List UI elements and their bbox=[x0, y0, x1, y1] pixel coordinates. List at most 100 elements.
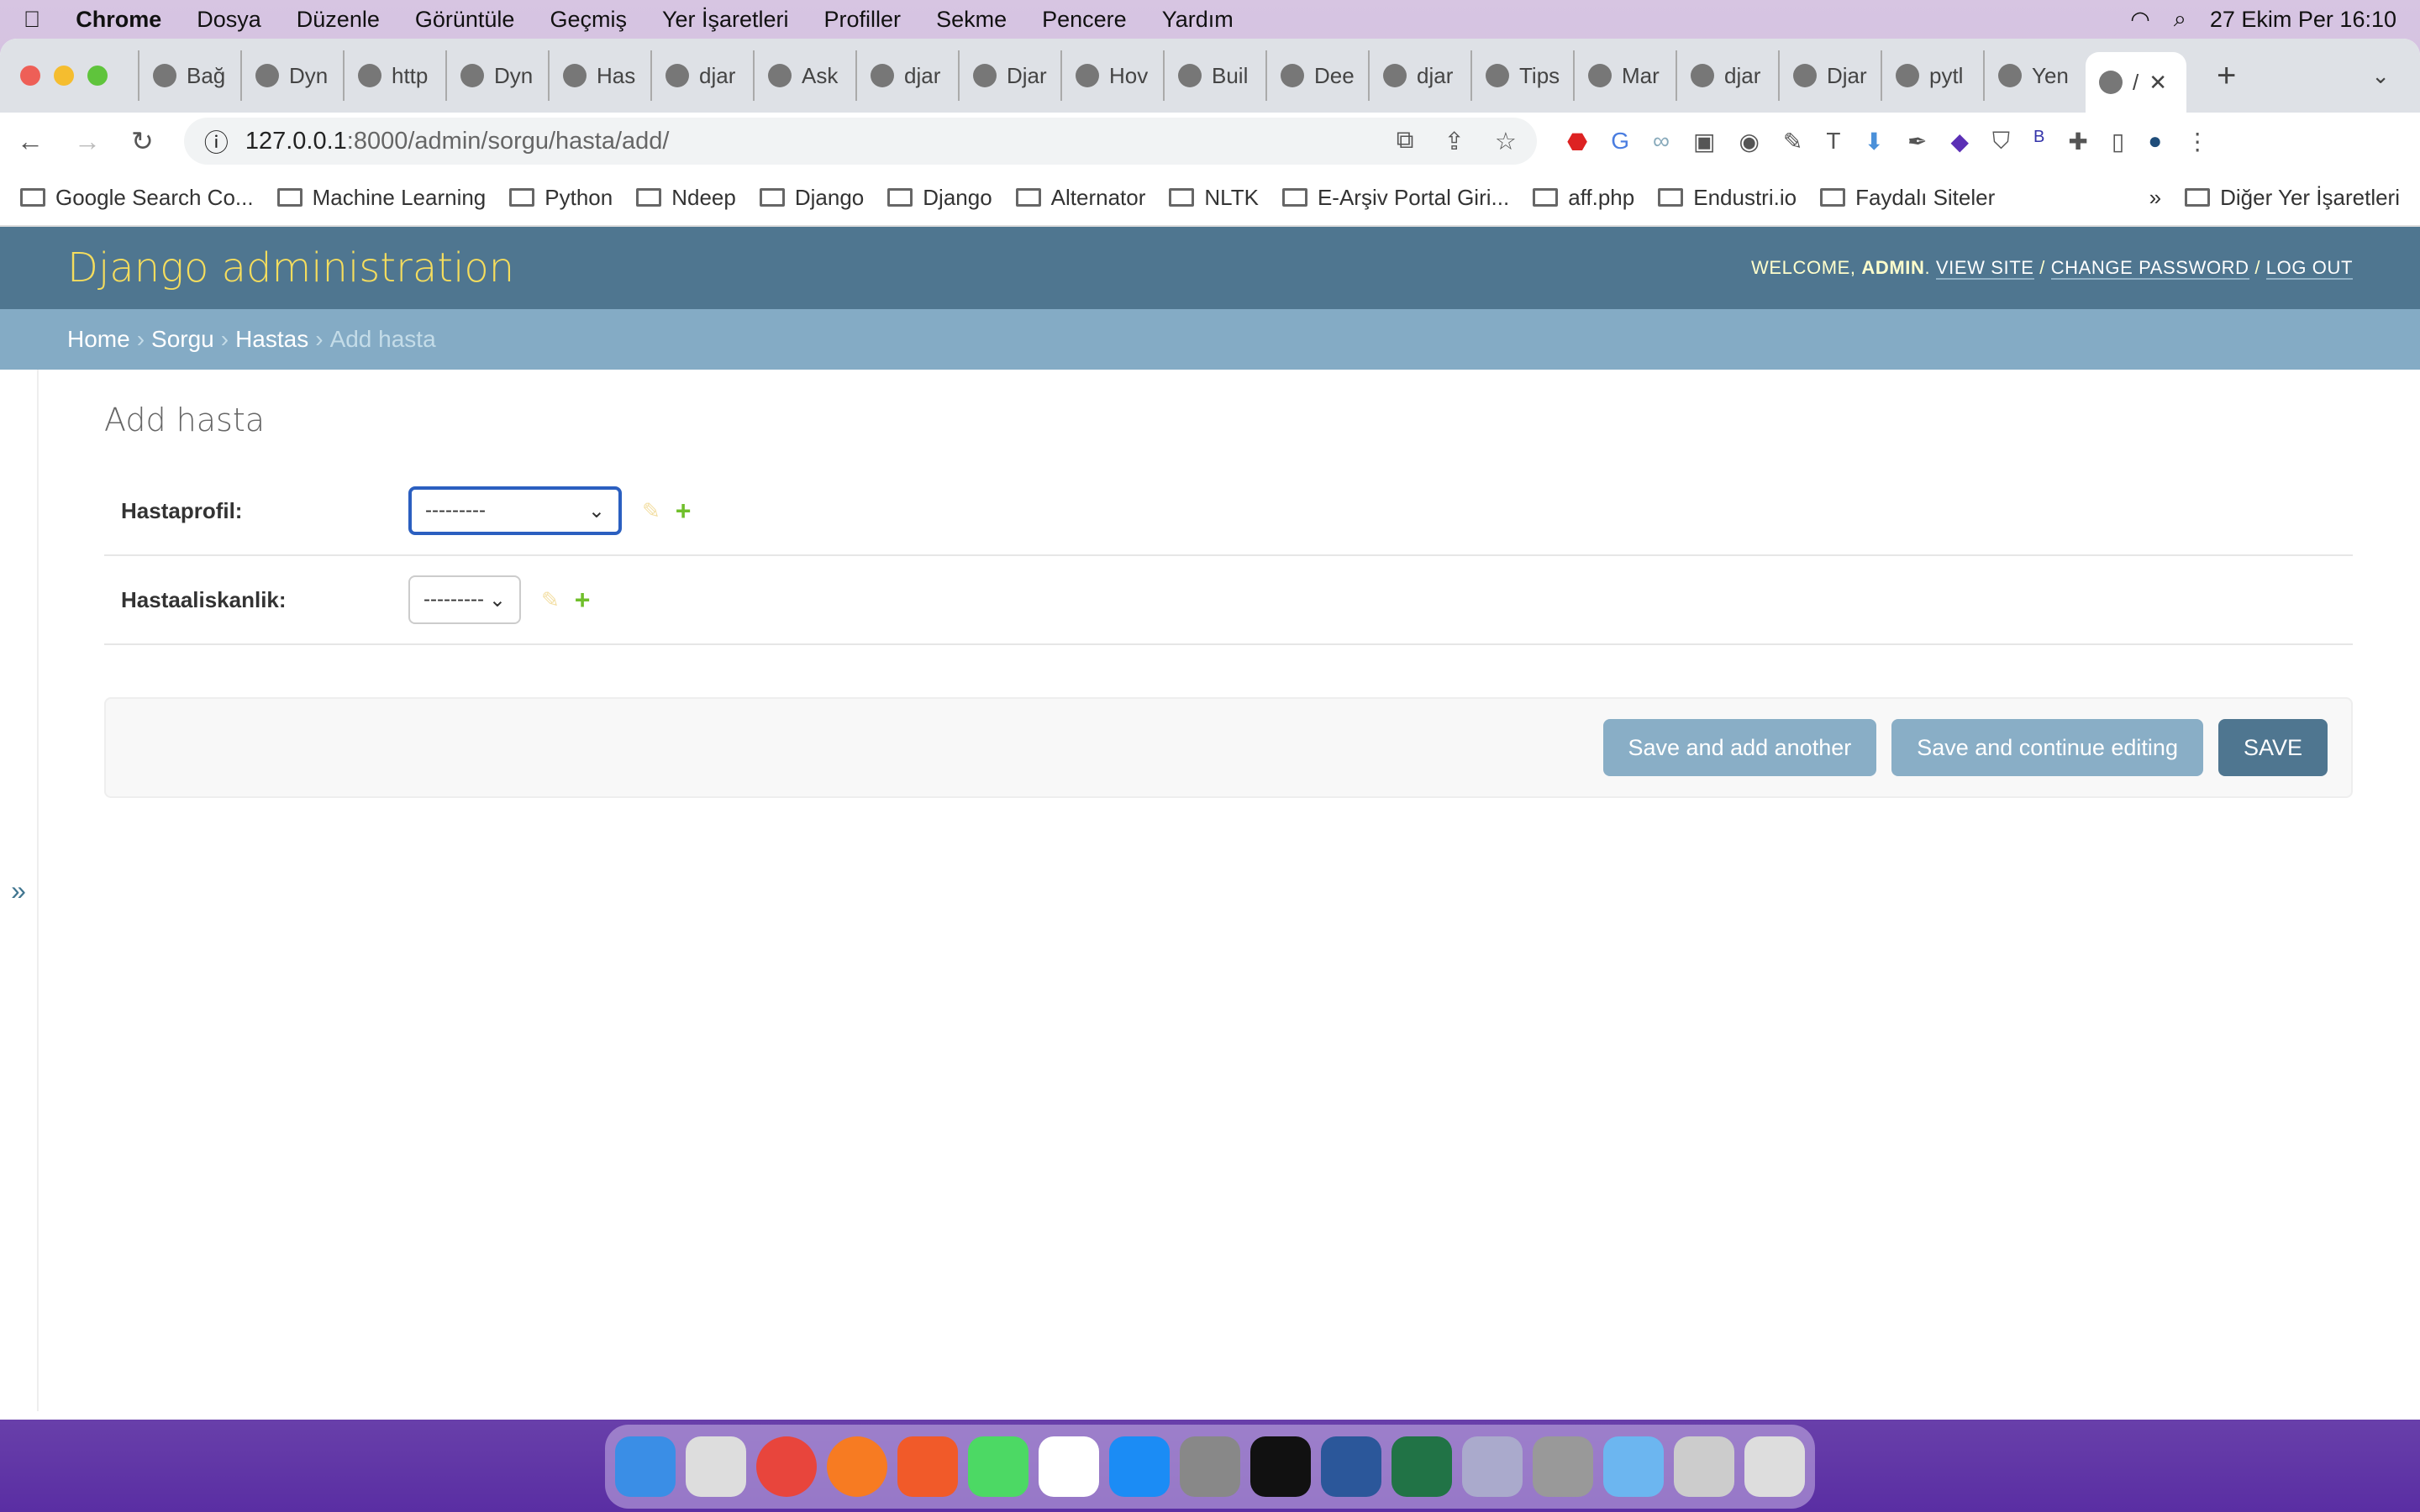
messages-icon[interactable] bbox=[968, 1436, 1028, 1497]
wifi-icon[interactable]: ◠ bbox=[2130, 7, 2150, 33]
text-extension-icon[interactable]: T bbox=[1826, 128, 1840, 155]
bookmark-item[interactable]: Google Search Co... bbox=[20, 185, 254, 211]
bookmark-other[interactable]: Diğer Yer İşaretleri bbox=[2185, 185, 2400, 211]
system-settings-icon[interactable] bbox=[1180, 1436, 1240, 1497]
tab[interactable]: Dyn bbox=[445, 50, 548, 101]
hastaprofil-select[interactable]: --------- ⌄ bbox=[408, 486, 622, 535]
side-panel-icon[interactable]: ▯ bbox=[2112, 128, 2124, 155]
tab[interactable]: Djar bbox=[958, 50, 1060, 101]
change-password-link[interactable]: Change password bbox=[2050, 257, 2249, 280]
tab[interactable]: pytl bbox=[1881, 50, 1983, 101]
firefox-icon[interactable] bbox=[827, 1436, 887, 1497]
google-translate-extension-icon[interactable]: G bbox=[1611, 128, 1629, 155]
bookmark-item[interactable]: NLTK bbox=[1169, 185, 1259, 211]
apple-icon[interactable]:  bbox=[24, 7, 40, 33]
b-extension-icon[interactable]: B bbox=[2033, 128, 2044, 155]
menu-item[interactable]: Dosya bbox=[197, 7, 261, 33]
menu-item[interactable]: Pencere bbox=[1042, 7, 1127, 33]
bookmark-item[interactable]: Alternator bbox=[1015, 185, 1145, 211]
brave-icon[interactable] bbox=[897, 1436, 958, 1497]
edit-pencil-icon[interactable]: ✎ bbox=[642, 498, 660, 524]
search-icon[interactable]: ⌕ bbox=[2174, 6, 2186, 33]
adblock-extension-icon[interactable]: ⬣ bbox=[1567, 128, 1587, 155]
tab[interactable]: djar bbox=[855, 50, 958, 101]
tab[interactable]: Dee bbox=[1265, 50, 1368, 101]
breadcrumb-app[interactable]: Sorgu bbox=[151, 326, 214, 353]
bookmark-item[interactable]: aff.php bbox=[1533, 185, 1634, 211]
bookmark-item[interactable]: Machine Learning bbox=[276, 185, 486, 211]
tab[interactable]: djar bbox=[650, 50, 753, 101]
tab[interactable]: djar bbox=[1368, 50, 1470, 101]
photo-icon[interactable] bbox=[1674, 1436, 1734, 1497]
bookmarks-more-button[interactable]: » bbox=[2149, 185, 2161, 211]
database-icon[interactable] bbox=[1533, 1436, 1593, 1497]
bookmark-item[interactable]: Endustri.io bbox=[1658, 185, 1797, 211]
nav-sidebar-toggle[interactable]: » bbox=[0, 370, 39, 1411]
tab[interactable]: Ask bbox=[753, 50, 855, 101]
hastaaliskanlik-select[interactable]: --------- ⌄ bbox=[408, 575, 521, 624]
tab[interactable]: Bağ bbox=[138, 50, 240, 101]
link-extension-icon[interactable]: ∞ bbox=[1653, 128, 1670, 155]
terminal-icon[interactable] bbox=[1250, 1436, 1311, 1497]
tab[interactable]: Djar bbox=[1778, 50, 1881, 101]
tab[interactable]: Hov bbox=[1060, 50, 1163, 101]
image-extension-icon[interactable]: ▣ bbox=[1693, 128, 1715, 155]
launchpad-icon[interactable] bbox=[686, 1436, 746, 1497]
download-extension-icon[interactable]: ⬇ bbox=[1865, 128, 1884, 155]
shield-extension-icon[interactable]: ⛉ bbox=[1992, 128, 2010, 155]
tab[interactable]: Mar bbox=[1573, 50, 1676, 101]
breadcrumb-model[interactable]: Hastas bbox=[235, 326, 308, 353]
extensions-puzzle-icon[interactable]: ✚ bbox=[2068, 128, 2087, 155]
menu-item[interactable]: Yardım bbox=[1162, 7, 1234, 33]
profile-avatar[interactable]: ● bbox=[2148, 128, 2162, 155]
chrome-icon[interactable] bbox=[756, 1436, 817, 1497]
save-button[interactable]: SAVE bbox=[2217, 719, 2328, 776]
tab-search-chevron-icon[interactable]: ⌄ bbox=[2371, 63, 2390, 89]
translate-icon[interactable]: ⧉ bbox=[1397, 127, 1414, 156]
finder-icon[interactable] bbox=[615, 1436, 676, 1497]
add-related-icon[interactable]: + bbox=[676, 496, 692, 527]
menu-item[interactable]: Geçmiş bbox=[550, 7, 627, 33]
logout-link[interactable]: Log out bbox=[2265, 257, 2353, 280]
bookmark-item[interactable]: Python bbox=[509, 185, 613, 211]
share-icon[interactable]: ⇪ bbox=[1444, 127, 1465, 156]
preview-icon[interactable] bbox=[1462, 1436, 1523, 1497]
info-icon[interactable]: ⓘ bbox=[204, 123, 229, 159]
minimize-window-button[interactable] bbox=[54, 66, 74, 86]
zoom-window-button[interactable] bbox=[87, 66, 108, 86]
excel-icon[interactable] bbox=[1392, 1436, 1452, 1497]
folder-icon[interactable] bbox=[1603, 1436, 1664, 1497]
menu-item[interactable]: Düzenle bbox=[297, 7, 380, 33]
clock[interactable]: 27 Ekim Per 16:10 bbox=[2210, 7, 2396, 33]
tab[interactable]: djar bbox=[1676, 50, 1778, 101]
edit-pencil-icon[interactable]: ✎ bbox=[541, 587, 560, 613]
gem-extension-icon[interactable]: ◆ bbox=[1950, 128, 1969, 155]
forward-icon[interactable]: → bbox=[74, 126, 101, 157]
bookmark-star-icon[interactable]: ☆ bbox=[1495, 127, 1517, 156]
save-and-add-another-button[interactable]: Save and add another bbox=[1602, 719, 1877, 776]
camera-extension-icon[interactable]: ◉ bbox=[1739, 128, 1759, 155]
close-tab-icon[interactable]: ✕ bbox=[2149, 70, 2167, 96]
tab[interactable]: Yen bbox=[1983, 50, 2086, 101]
vscode-icon[interactable] bbox=[1039, 1436, 1099, 1497]
bookmark-item[interactable]: Django bbox=[759, 185, 864, 211]
tab[interactable]: Tips bbox=[1470, 50, 1573, 101]
close-window-button[interactable] bbox=[20, 66, 40, 86]
tab[interactable]: Has bbox=[548, 50, 650, 101]
save-and-continue-button[interactable]: Save and continue editing bbox=[1891, 719, 2203, 776]
reload-icon[interactable]: ↻ bbox=[131, 125, 154, 157]
back-icon[interactable]: ← bbox=[17, 126, 44, 157]
breadcrumb-home[interactable]: Home bbox=[67, 326, 130, 353]
view-site-link[interactable]: View site bbox=[1935, 257, 2034, 280]
tab[interactable]: Buil bbox=[1163, 50, 1265, 101]
bookmark-item[interactable]: Faydalı Siteler bbox=[1820, 185, 1995, 211]
address-bar[interactable]: ⓘ 127.0.0.1:8000/admin/sorgu/hasta/add/ … bbox=[183, 118, 1537, 165]
new-tab-button[interactable]: + bbox=[2217, 57, 2236, 95]
add-related-icon[interactable]: + bbox=[575, 585, 591, 616]
menu-item[interactable]: Profiller bbox=[824, 7, 902, 33]
bookmark-item[interactable]: Ndeep bbox=[636, 185, 736, 211]
menu-item[interactable]: Yer İşaretleri bbox=[662, 7, 789, 33]
tab[interactable]: http bbox=[343, 50, 445, 101]
tab[interactable]: Dyn bbox=[240, 50, 343, 101]
tab-active[interactable]: / ✕ bbox=[2086, 52, 2186, 113]
